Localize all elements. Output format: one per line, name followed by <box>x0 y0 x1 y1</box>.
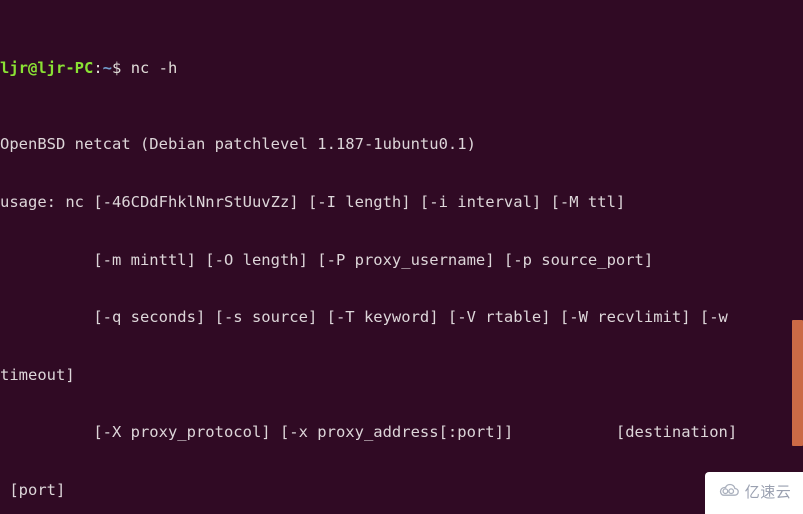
cloud-icon <box>717 482 741 503</box>
terminal-screen[interactable]: ljr@ljr-PC:~$ nc -h OpenBSD netcat (Debi… <box>0 1 803 514</box>
watermark: 亿速云 <box>705 472 803 514</box>
prompt-colon: : <box>93 58 103 77</box>
output-line: timeout] <box>0 365 75 384</box>
prompt-path: ~ <box>102 58 113 77</box>
watermark-text: 亿速云 <box>744 483 792 502</box>
output-line: [-m minttl] [-O length] [-P proxy_userna… <box>0 250 654 269</box>
output-line: [-X proxy_protocol] [-x proxy_address[:p… <box>0 423 738 442</box>
prompt-dollar: $ <box>112 58 122 77</box>
terminal-window[interactable]: ljr@ljr-PC:~$ nc -h OpenBSD netcat (Debi… <box>0 0 803 514</box>
scrollbar-thumb[interactable] <box>792 320 803 446</box>
typed-command: nc -h <box>121 58 178 77</box>
output-line: [-q seconds] [-s source] [-T keyword] [-… <box>0 308 728 327</box>
output-line: OpenBSD netcat (Debian patchlevel 1.187-… <box>0 135 476 154</box>
prompt-line: ljr@ljr-PC:~$ nc -h <box>0 59 803 78</box>
output-line: usage: nc [-46CDdFhklNnrStUuvZz] [-I len… <box>0 193 626 211</box>
output-line: [port] <box>0 480 66 499</box>
scrollbar[interactable] <box>792 0 803 514</box>
prompt-user-host: ljr@ljr-PC <box>0 58 94 77</box>
